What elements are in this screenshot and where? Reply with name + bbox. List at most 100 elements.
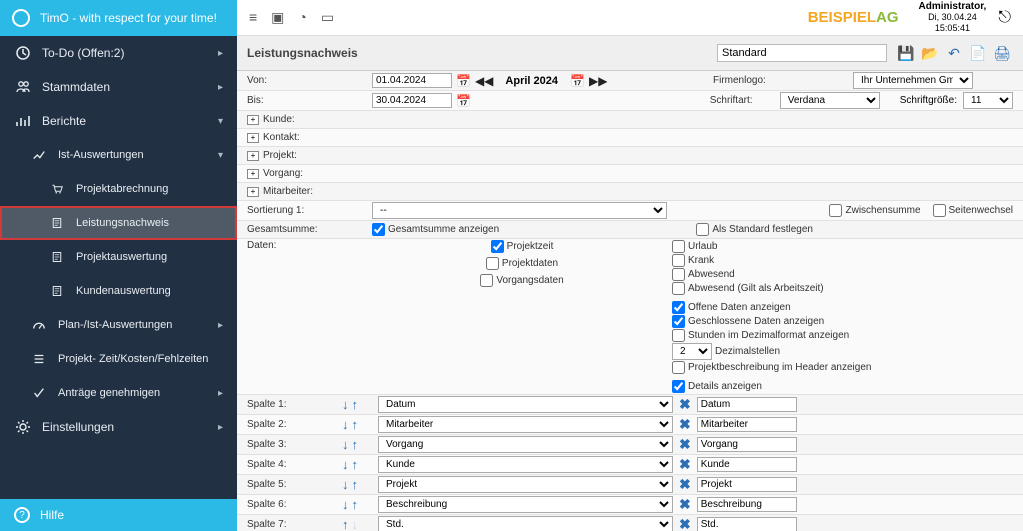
nav-hilfe[interactable]: ? Hilfe xyxy=(0,499,237,531)
cb-vorgangsdaten[interactable] xyxy=(480,274,493,287)
calendar-icon[interactable]: 📅 xyxy=(456,94,471,108)
select-spalte-5[interactable]: Projekt xyxy=(378,476,673,493)
nav-antraege[interactable]: Anträge genehmigen ▸ xyxy=(0,376,237,410)
expand-projekt[interactable]: + xyxy=(247,151,259,161)
label-spalte-4: Spalte 4: xyxy=(247,459,342,470)
input-spalte-2-name[interactable] xyxy=(697,417,797,432)
nav-kundenauswertung[interactable]: Kundenauswertung xyxy=(0,274,237,308)
help-icon: ? xyxy=(14,507,30,523)
remove-spalte-7[interactable]: ✖ xyxy=(679,516,691,531)
undo-icon[interactable]: ↶ xyxy=(943,42,965,64)
nav-ist-auswertungen[interactable]: Ist-Auswertungen ▾ xyxy=(0,138,237,172)
remove-spalte-4[interactable]: ✖ xyxy=(679,456,691,473)
sort-arrows-7[interactable]: ↑↓ xyxy=(342,517,372,531)
select-spalte-7[interactable]: Std. xyxy=(378,516,673,531)
nav-projekt-zeit[interactable]: Projekt- Zeit/Kosten/Fehlzeiten xyxy=(0,342,237,376)
select-spalte-2[interactable]: Mitarbeiter xyxy=(378,416,673,433)
nav-projektauswertung[interactable]: Projektauswertung xyxy=(0,240,237,274)
input-spalte-3-name[interactable] xyxy=(697,437,797,452)
clock-icon[interactable]: ◔ xyxy=(298,9,306,26)
cb-projektzeit[interactable] xyxy=(491,240,504,253)
sort-arrows-3[interactable]: ↓↑ xyxy=(342,437,372,452)
expand-kunde[interactable]: + xyxy=(247,115,259,125)
logout-icon[interactable]: ⎋ xyxy=(998,9,1011,27)
print-icon[interactable]: 🖨 xyxy=(991,42,1013,64)
cb-projektbeschr[interactable] xyxy=(672,361,685,374)
sort-arrows-2[interactable]: ↓↑ xyxy=(342,417,372,432)
sort-arrows-6[interactable]: ↓↑ xyxy=(342,497,372,512)
sort-arrows-1[interactable]: ↓↑ xyxy=(342,397,372,412)
calendar-icon[interactable]: 📅 xyxy=(570,74,585,88)
input-spalte-7-name[interactable] xyxy=(697,517,797,531)
folder-icon[interactable]: 📂 xyxy=(919,42,941,64)
select-sortierung1[interactable]: -- xyxy=(372,202,667,219)
brand-text: TimO - with respect for your time! xyxy=(40,11,217,25)
input-spalte-6-name[interactable] xyxy=(697,497,797,512)
select-spalte-1[interactable]: Datum xyxy=(378,396,673,413)
chevron-right-icon: ▸ xyxy=(218,388,223,399)
chart-up-icon xyxy=(30,146,48,164)
camera-icon[interactable]: ▣ xyxy=(271,9,284,26)
label-firmenlogo: Firmenlogo: xyxy=(713,75,853,86)
cb-details[interactable] xyxy=(672,380,685,393)
cb-abwesend[interactable] xyxy=(672,268,685,281)
cb-urlaub[interactable] xyxy=(672,240,685,253)
nav-todo[interactable]: To-Do (Offen:2) ▸ xyxy=(0,36,237,70)
remove-spalte-3[interactable]: ✖ xyxy=(679,436,691,453)
form-content: Von: 📅 ◀◀ April 2024 📅 ▶▶ Firmenlogo: Ih… xyxy=(237,71,1023,531)
input-bis[interactable] xyxy=(372,93,452,108)
gauge-icon xyxy=(30,316,48,334)
prev-month-icon[interactable]: ◀◀ xyxy=(475,74,493,88)
expand-vorgang[interactable]: + xyxy=(247,169,259,179)
input-von[interactable] xyxy=(372,73,452,88)
cb-krank[interactable] xyxy=(672,254,685,267)
cb-stunden-dezimal[interactable] xyxy=(672,329,685,342)
nav-einstellungen[interactable]: Einstellungen ▸ xyxy=(0,410,237,444)
input-spalte-4-name[interactable] xyxy=(697,457,797,472)
sort-arrows-5[interactable]: ↓↑ xyxy=(342,477,372,492)
expand-kontakt[interactable]: + xyxy=(247,133,259,143)
select-firmenlogo[interactable]: Ihr Unternehmen GmbH xyxy=(853,72,973,89)
remove-spalte-2[interactable]: ✖ xyxy=(679,416,691,433)
remove-spalte-6[interactable]: ✖ xyxy=(679,496,691,513)
cb-abwesend-arbeit[interactable] xyxy=(672,282,685,295)
cb-geschlossene[interactable] xyxy=(672,315,685,328)
cb-offene[interactable] xyxy=(672,301,685,314)
nav-berichte[interactable]: Berichte ▾ xyxy=(0,104,237,138)
label-spalte-5: Spalte 5: xyxy=(247,479,342,490)
standard-input[interactable] xyxy=(717,44,887,62)
gear-icon xyxy=(14,418,32,436)
select-schriftgroesse[interactable]: 11 xyxy=(963,92,1013,109)
nav-projektabrechnung[interactable]: Projektabrechnung xyxy=(0,172,237,206)
cb-projektdaten[interactable] xyxy=(486,257,499,270)
nav-stammdaten[interactable]: Stammdaten ▸ xyxy=(0,70,237,104)
nav-leistungsnachweis[interactable]: Leistungsnachweis xyxy=(0,206,237,240)
calendar-icon[interactable]: 📅 xyxy=(456,74,471,88)
input-spalte-5-name[interactable] xyxy=(697,477,797,492)
menu-icon[interactable]: ≡ xyxy=(249,9,257,26)
check-icon xyxy=(30,384,48,402)
next-month-icon[interactable]: ▶▶ xyxy=(589,74,607,88)
select-spalte-4[interactable]: Kunde xyxy=(378,456,673,473)
label-gesamtsumme: Gesamtsumme: xyxy=(247,224,372,235)
cb-gesamtsumme-anzeigen[interactable] xyxy=(372,223,385,236)
window-icon[interactable]: ▭ xyxy=(321,9,334,26)
select-dezimal[interactable]: 2 xyxy=(672,343,712,360)
save-icon[interactable]: 💾 xyxy=(895,42,917,64)
select-spalte-3[interactable]: Vorgang xyxy=(378,436,673,453)
label-spalte-2: Spalte 2: xyxy=(247,419,342,430)
input-spalte-1-name[interactable] xyxy=(697,397,797,412)
cb-seitenwechsel[interactable] xyxy=(933,204,946,217)
select-spalte-6[interactable]: Beschreibung xyxy=(378,496,673,513)
expand-mitarbeiter[interactable]: + xyxy=(247,187,259,197)
remove-spalte-1[interactable]: ✖ xyxy=(679,396,691,413)
remove-spalte-5[interactable]: ✖ xyxy=(679,476,691,493)
cb-als-standard[interactable] xyxy=(696,223,709,236)
cb-zwischensumme[interactable] xyxy=(829,204,842,217)
document-icon xyxy=(48,214,66,232)
nav-plan-ist[interactable]: Plan-/Ist-Auswertungen ▸ xyxy=(0,308,237,342)
main: ≡ ▣ ◔ ▭ BEISPIELAG Administrator, Di, 30… xyxy=(237,0,1023,531)
sort-arrows-4[interactable]: ↓↑ xyxy=(342,457,372,472)
select-schriftart[interactable]: Verdana xyxy=(780,92,880,109)
pdf-icon[interactable]: 📄 xyxy=(967,42,989,64)
